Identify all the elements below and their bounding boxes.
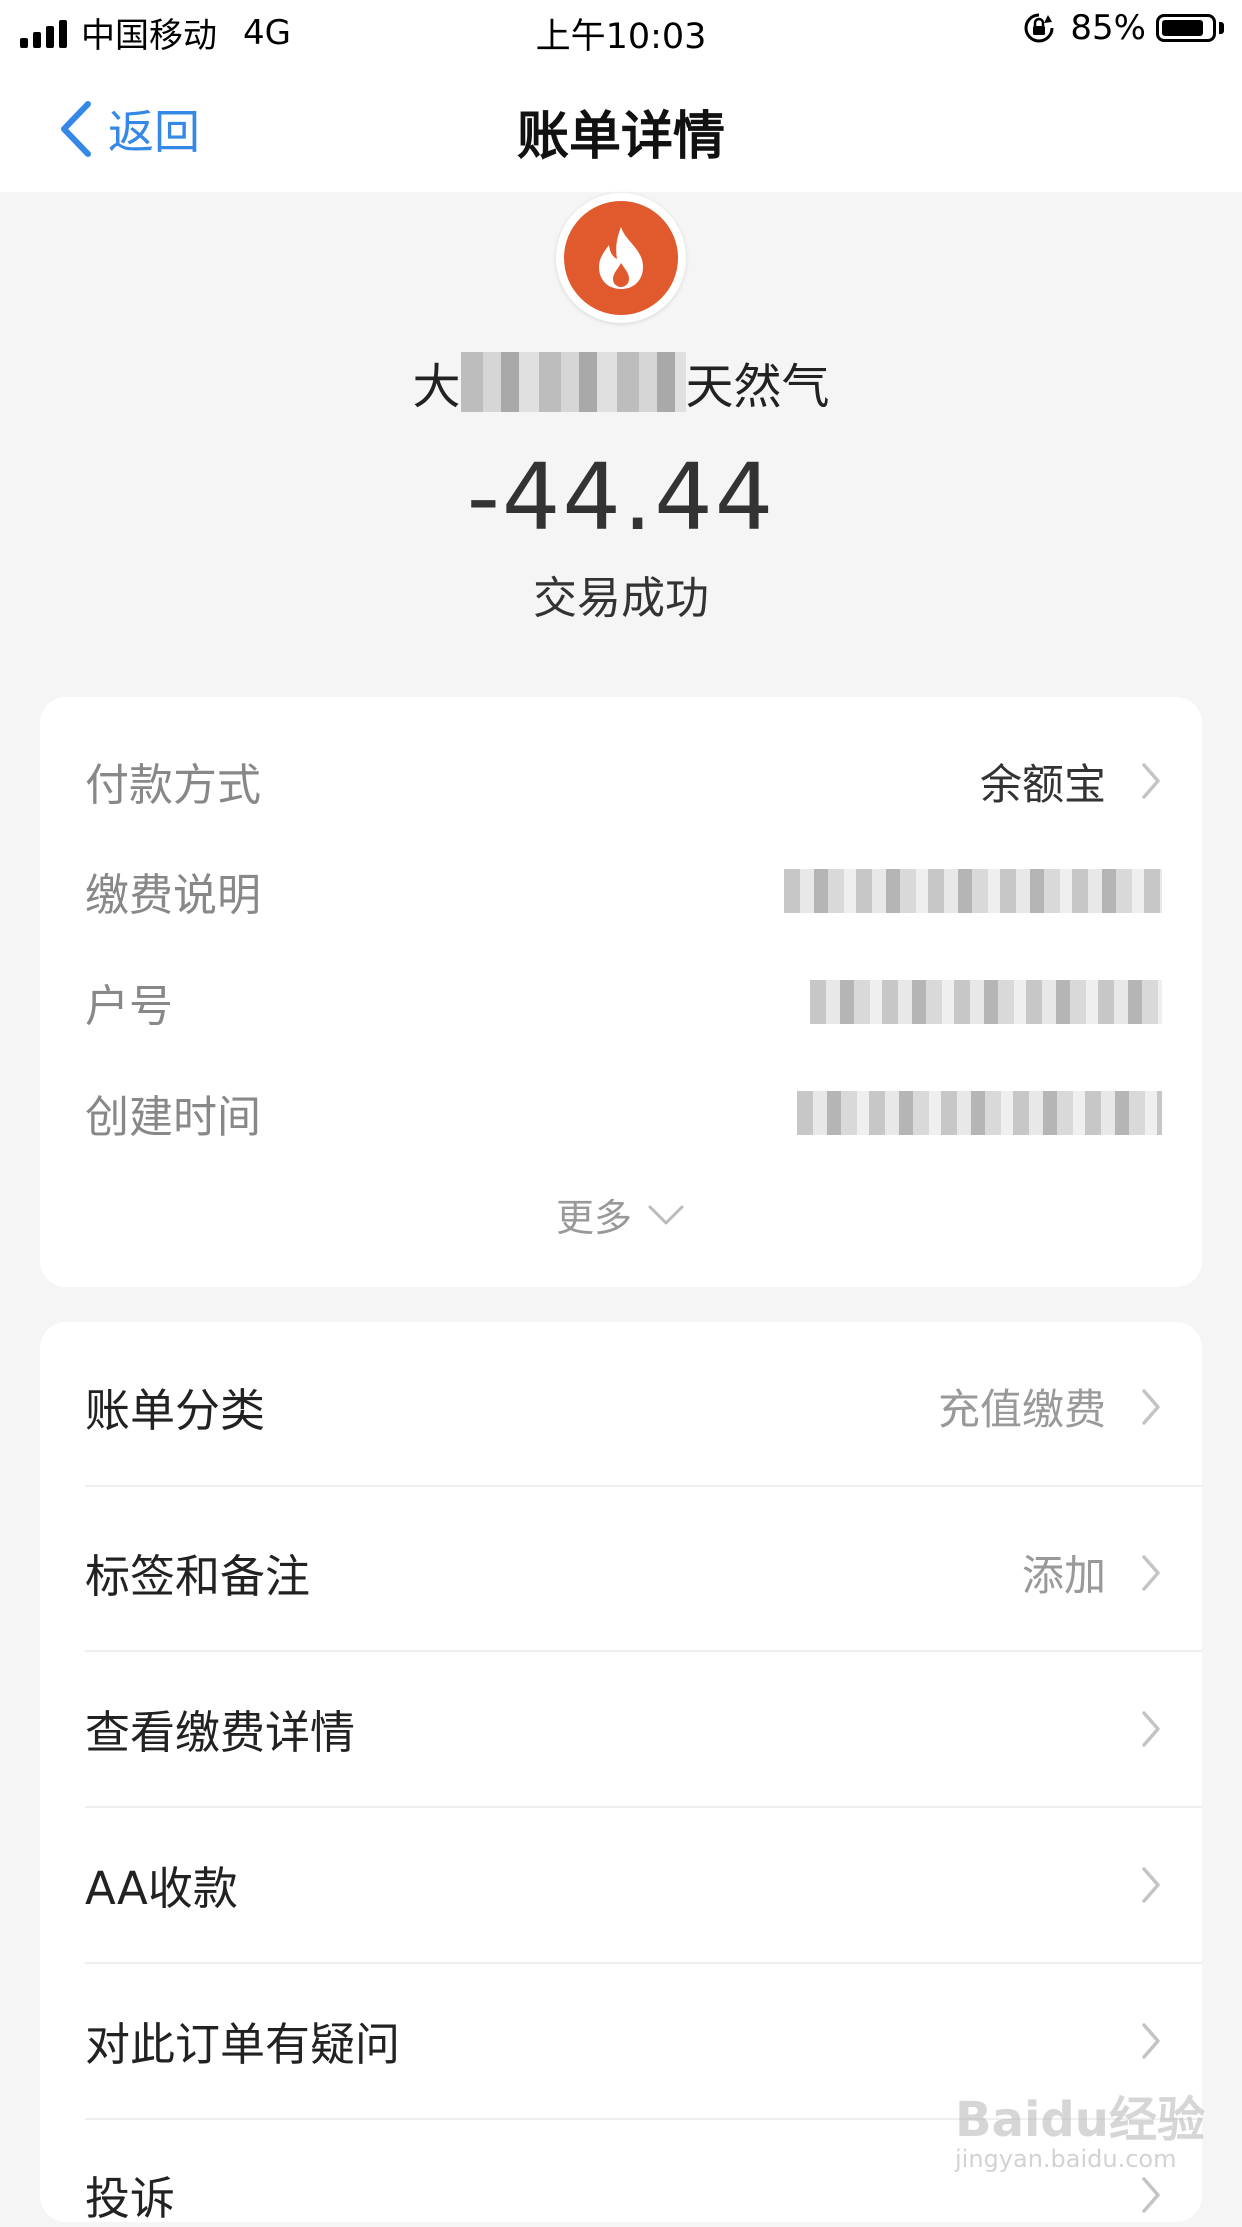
bill-category-row[interactable]: 账单分类 充值缴费	[85, 1374, 1162, 1439]
chevron-right-icon	[1142, 2022, 1160, 2059]
row-label: 户号	[85, 981, 173, 1032]
watermark: Baidu经验	[955, 2092, 1205, 2148]
payment-details-row[interactable]: 查看缴费详情	[85, 1696, 1162, 1761]
page-title: 账单详情	[516, 107, 725, 167]
payment-note-row: 缴费说明	[85, 859, 1162, 923]
row-value: 充值缴费	[937, 1385, 1106, 1434]
battery-icon	[1156, 14, 1216, 42]
row-label: 缴费说明	[85, 870, 261, 921]
row-label: 创建时间	[85, 1092, 261, 1143]
chevron-right-icon	[1142, 2176, 1160, 2213]
chevron-right-icon	[1142, 763, 1160, 799]
flame-icon	[599, 227, 643, 289]
nav-bar: 返回 账单详情	[0, 62, 1242, 192]
merchant-name-suffix: 天然气	[685, 359, 830, 415]
row-label: AA收款	[85, 1862, 238, 1915]
watermark-url: jingyan.baidu.com	[955, 2145, 1177, 2173]
row-label: 对此订单有疑问	[85, 2018, 401, 2071]
transaction-amount: -44.44	[466, 444, 776, 551]
aa-collection-row[interactable]: AA收款	[85, 1852, 1162, 1917]
redacted-text	[460, 352, 686, 412]
battery-percent: 85%	[1070, 8, 1146, 48]
order-question-row[interactable]: 对此订单有疑问	[85, 2008, 1162, 2073]
row-label: 付款方式	[85, 760, 261, 811]
chevron-down-icon	[648, 1205, 684, 1224]
more-button[interactable]: 更多	[40, 1187, 1202, 1242]
chevron-right-icon	[1142, 1710, 1160, 1747]
row-label: 投诉	[85, 2172, 176, 2225]
status-bar: 中国移动 4G 上午10:03 85%	[0, 0, 1242, 62]
account-number-row: 户号	[85, 970, 1162, 1034]
details-card: 付款方式 余额宝 缴费说明 户号 创建时间 更多	[40, 697, 1202, 1287]
row-label: 账单分类	[85, 1384, 266, 1437]
row-label: 查看缴费详情	[85, 1706, 356, 1759]
merchant-name: 大 天然气	[0, 347, 1242, 417]
merchant-name-prefix: 大	[412, 359, 461, 415]
transaction-status: 交易成功	[533, 573, 709, 624]
more-label: 更多	[555, 1196, 632, 1240]
row-value: 余额宝	[979, 759, 1106, 809]
redacted-value	[810, 980, 1162, 1024]
chevron-right-icon	[1142, 1554, 1160, 1591]
rotation-lock-icon	[1024, 13, 1054, 43]
created-time-row: 创建时间	[85, 1081, 1162, 1145]
redacted-value	[784, 869, 1162, 913]
payment-method-row[interactable]: 付款方式 余额宝	[85, 749, 1162, 813]
tags-notes-row[interactable]: 标签和备注 添加	[85, 1540, 1162, 1605]
chevron-right-icon	[1142, 1866, 1160, 1903]
row-label: 标签和备注	[85, 1550, 311, 1603]
chevron-right-icon	[1142, 1388, 1160, 1425]
redacted-value	[797, 1091, 1162, 1135]
merchant-logo	[556, 193, 686, 323]
row-value: 添加	[1021, 1551, 1106, 1600]
